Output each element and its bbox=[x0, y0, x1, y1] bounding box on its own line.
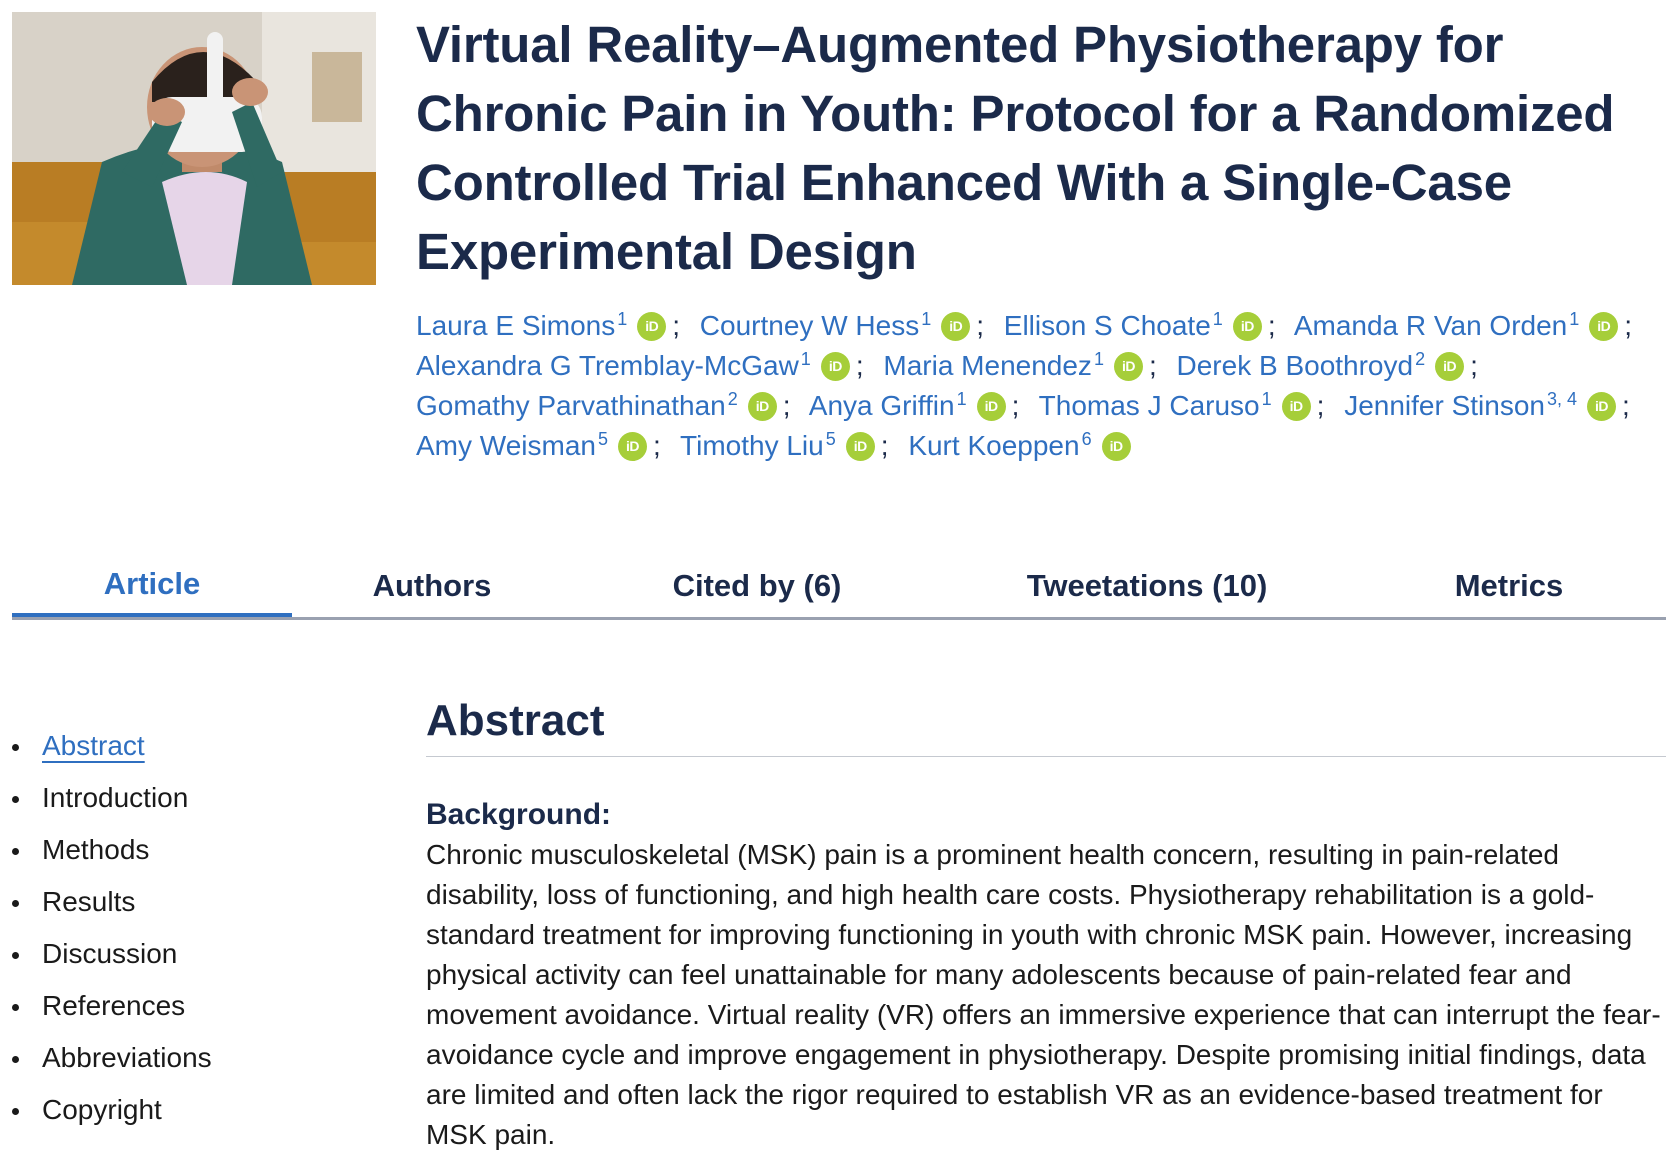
orcid-icon[interactable]: iD bbox=[1232, 312, 1262, 341]
orcid-icon[interactable]: iD bbox=[1113, 352, 1143, 381]
orcid-icon[interactable]: iD bbox=[941, 312, 971, 341]
author-separator: ; bbox=[976, 310, 984, 341]
toc-item-introduction[interactable]: Introduction bbox=[0, 772, 212, 824]
toc-item-copyright[interactable]: Copyright bbox=[0, 1084, 212, 1136]
tab-cited-by[interactable]: Cited by (6) bbox=[572, 555, 942, 617]
affiliation-number[interactable]: 3, 4 bbox=[1547, 389, 1577, 409]
abstract-heading: Abstract bbox=[426, 688, 1666, 757]
author-maria-menendez: Maria Menendez 1 iD; bbox=[883, 350, 1168, 381]
affiliation-number[interactable]: 1 bbox=[1569, 309, 1579, 329]
affiliation-number[interactable]: 5 bbox=[826, 429, 836, 449]
author-gomathy-parvathinathan: Gomathy Parvathinathan 2 iD; bbox=[416, 390, 803, 421]
orcid-icon[interactable]: iD bbox=[1435, 352, 1465, 381]
toc-item-methods[interactable]: Methods bbox=[0, 824, 212, 876]
author-thomas-j-caruso: Thomas J Caruso 1 iD; bbox=[1039, 390, 1337, 421]
author-separator: ; bbox=[1148, 350, 1157, 381]
tab-authors[interactable]: Authors bbox=[292, 555, 572, 617]
author-separator: ; bbox=[672, 310, 681, 341]
affiliation-number[interactable]: 1 bbox=[921, 309, 931, 329]
author-timothy-liu: Timothy Liu 5 iD; bbox=[680, 430, 900, 461]
author-courtney-w-hess: Courtney W Hess 1 iD; bbox=[700, 310, 996, 341]
author-separator: ; bbox=[652, 430, 661, 461]
orcid-icon[interactable]: iD bbox=[845, 432, 875, 461]
tab-article[interactable]: Article bbox=[12, 555, 292, 617]
orcid-icon[interactable]: iD bbox=[820, 352, 850, 381]
toc-item-abstract[interactable]: Abstract bbox=[0, 720, 212, 772]
toc-item-results[interactable]: Results bbox=[0, 876, 212, 928]
affiliation-number[interactable]: 1 bbox=[617, 309, 627, 329]
tab-metrics[interactable]: Metrics bbox=[1352, 555, 1666, 617]
orcid-icon[interactable]: iD bbox=[637, 312, 667, 341]
orcid-icon[interactable]: iD bbox=[976, 392, 1006, 421]
tab-tweetations[interactable]: Tweetations (10) bbox=[942, 555, 1352, 617]
orcid-icon[interactable]: iD bbox=[1589, 312, 1619, 341]
author-name-link[interactable]: Timothy Liu bbox=[680, 430, 824, 461]
toc-item-discussion[interactable]: Discussion bbox=[0, 928, 212, 980]
article-title: Virtual Reality–Augmented Physiotherapy … bbox=[416, 16, 1615, 280]
author-name-link[interactable]: Alexandra G Tremblay-McGaw bbox=[416, 350, 799, 381]
affiliation-number[interactable]: 6 bbox=[1082, 429, 1092, 449]
section-navigation: Abstract Introduction Methods Results Di… bbox=[0, 720, 212, 1136]
affiliation-number[interactable]: 1 bbox=[957, 389, 967, 409]
background-heading: Background: bbox=[426, 798, 612, 831]
affiliation-number[interactable]: 2 bbox=[728, 389, 738, 409]
author-laura-e-simons: Laura E Simons 1 iD; bbox=[416, 310, 692, 341]
author-separator: ; bbox=[855, 350, 864, 381]
author-name-link[interactable]: Amanda R Van Orden bbox=[1294, 310, 1567, 341]
author-list: Laura E Simons 1 iD; Courtney W Hess 1 iD; E… bbox=[416, 306, 1646, 466]
author-derek-b-boothroyd: Derek B Boothroyd 2 iD; bbox=[1177, 350, 1490, 381]
affiliation-number[interactable]: 5 bbox=[598, 429, 608, 449]
background-text: Chronic musculoskeletal (MSK) pain is a … bbox=[426, 839, 1661, 1150]
author-name-link[interactable]: Laura E Simons bbox=[416, 310, 615, 341]
author-jennifer-stinson: Jennifer Stinson 3, 4 iD; bbox=[1344, 390, 1642, 421]
orcid-icon[interactable]: iD bbox=[1101, 432, 1131, 461]
orcid-icon[interactable]: iD bbox=[1587, 392, 1617, 421]
author-name-link[interactable]: Kurt Koeppen bbox=[908, 430, 1079, 461]
orcid-icon[interactable]: iD bbox=[747, 392, 777, 421]
vr-user-illustration bbox=[12, 12, 376, 285]
author-ellison-s-choate: Ellison S Choate 1 iD; bbox=[1004, 310, 1288, 341]
author-name-link[interactable]: Anya Griffin bbox=[809, 390, 955, 421]
affiliation-number[interactable]: 1 bbox=[801, 349, 811, 369]
author-name-link[interactable]: Courtney W Hess bbox=[700, 310, 919, 341]
author-separator: ; bbox=[1316, 390, 1325, 421]
author-separator: ; bbox=[1267, 310, 1276, 341]
author-name-link[interactable]: Thomas J Caruso bbox=[1039, 390, 1260, 421]
author-name-link[interactable]: Derek B Boothroyd bbox=[1177, 350, 1414, 381]
author-name-link[interactable]: Amy Weisman bbox=[416, 430, 596, 461]
article-tabs: Article Authors Cited by (6) Tweetations… bbox=[12, 555, 1666, 620]
author-amy-weisman: Amy Weisman 5 iD; bbox=[416, 430, 673, 461]
orcid-icon[interactable]: iD bbox=[1281, 392, 1311, 421]
author-separator: ; bbox=[1622, 390, 1630, 421]
author-anya-griffin: Anya Griffin 1 iD; bbox=[809, 390, 1032, 421]
author-separator: ; bbox=[782, 390, 791, 421]
author-amanda-r-van-orden: Amanda R Van Orden 1 iD; bbox=[1294, 310, 1644, 341]
author-kurt-koeppen: Kurt Koeppen 6 iD bbox=[908, 429, 1131, 461]
author-separator: ; bbox=[1011, 390, 1020, 421]
toc-item-references[interactable]: References bbox=[0, 980, 212, 1032]
author-separator: ; bbox=[1624, 310, 1633, 341]
affiliation-number[interactable]: 1 bbox=[1094, 349, 1104, 369]
abstract-section: Abstract Background: Chronic musculoskel… bbox=[426, 688, 1666, 1155]
author-alexandra-g-tremblay-mcgaw: Alexandra G Tremblay-McGaw 1 iD; bbox=[416, 350, 876, 381]
author-name-link[interactable]: Jennifer Stinson bbox=[1344, 390, 1545, 421]
affiliation-number[interactable]: 1 bbox=[1262, 389, 1272, 409]
author-name-link[interactable]: Gomathy Parvathinathan bbox=[416, 390, 726, 421]
affiliation-number[interactable]: 1 bbox=[1213, 309, 1223, 329]
article-hero-image bbox=[12, 12, 376, 285]
author-separator: ; bbox=[880, 430, 889, 461]
author-separator: ; bbox=[1470, 350, 1478, 381]
toc-item-abbreviations[interactable]: Abbreviations bbox=[0, 1032, 212, 1084]
orcid-icon[interactable]: iD bbox=[617, 432, 647, 461]
author-name-link[interactable]: Maria Menendez bbox=[883, 350, 1092, 381]
author-name-link[interactable]: Ellison S Choate bbox=[1004, 310, 1211, 341]
affiliation-number[interactable]: 2 bbox=[1415, 349, 1425, 369]
